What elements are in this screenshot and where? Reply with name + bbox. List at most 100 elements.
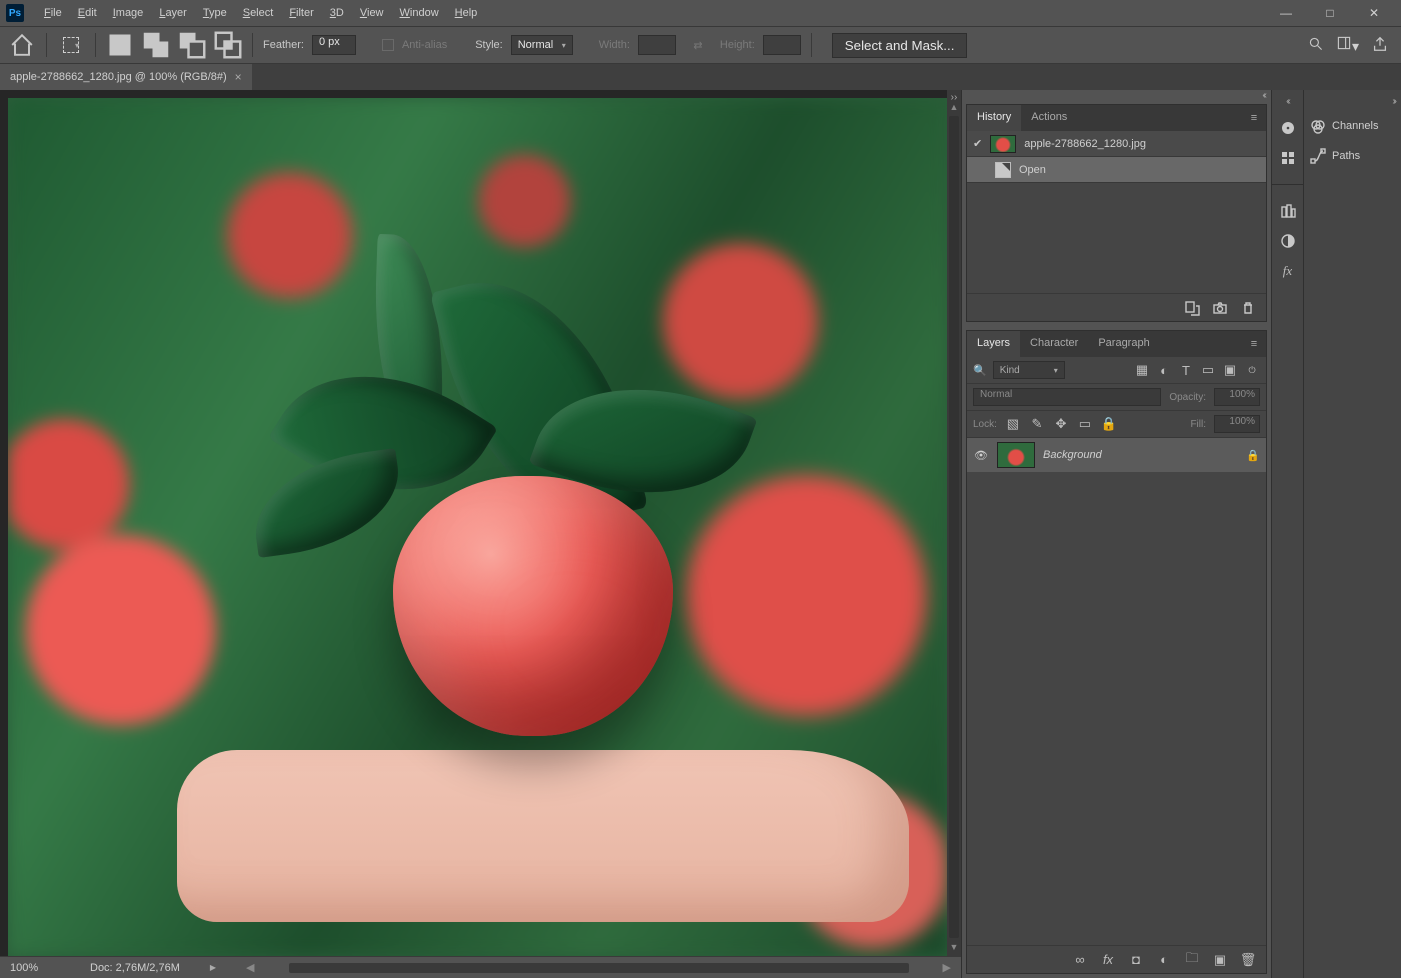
dock-wide-collapse-icon[interactable]: ››	[1310, 96, 1395, 106]
swatches-panel-icon[interactable]	[1280, 150, 1296, 166]
channels-panel-button[interactable]: Channels	[1310, 116, 1395, 136]
layer-filter-kind[interactable]: Kind▾	[993, 361, 1065, 379]
layer-group-icon[interactable]: 🗀	[1184, 952, 1200, 968]
width-label: Width:	[599, 39, 630, 51]
window-close-button[interactable]: ✕	[1359, 3, 1389, 23]
layer-name[interactable]: Background	[1043, 449, 1102, 461]
opacity-label: Opacity:	[1169, 392, 1206, 403]
window-minimize-button[interactable]: —	[1271, 3, 1301, 23]
tab-actions[interactable]: Actions	[1021, 105, 1077, 131]
lock-transparent-icon[interactable]: ▧	[1005, 416, 1021, 432]
history-snapshot-thumb	[990, 135, 1016, 153]
lock-label: Lock:	[973, 419, 997, 430]
menu-edit[interactable]: Edit	[70, 3, 105, 23]
libraries-panel-icon[interactable]	[1280, 203, 1296, 219]
width-input	[638, 35, 676, 55]
vertical-scrollbar[interactable]: ›› ▲ ▼	[947, 90, 961, 956]
status-bar: 100% Doc: 2,76M/2,76M ▶ ◀ ▶	[0, 956, 961, 978]
lock-artboard-icon[interactable]: ▭	[1077, 416, 1093, 432]
lock-position-icon[interactable]: ✥	[1053, 416, 1069, 432]
selection-add-icon[interactable]	[142, 31, 170, 59]
tab-layers[interactable]: Layers	[967, 331, 1020, 357]
menu-view[interactable]: View	[352, 3, 392, 23]
doc-size-info[interactable]: Doc: 2,76M/2,76M	[90, 962, 180, 974]
styles-panel-icon[interactable]: fx	[1280, 263, 1296, 279]
document-tab[interactable]: apple-2788662_1280.jpg @ 100% (RGB/8#) ×	[0, 64, 252, 90]
style-select[interactable]: Normal▾	[511, 35, 573, 55]
layers-panel-menu-icon[interactable]: ≡	[1242, 331, 1266, 357]
zoom-level[interactable]: 100%	[10, 962, 60, 974]
menu-filter[interactable]: Filter	[281, 3, 321, 23]
dock-collapse-icon[interactable]: ‹‹	[1286, 96, 1289, 106]
fill-label: Fill:	[1190, 419, 1206, 430]
panel-collapse-icon[interactable]: ››	[947, 94, 961, 102]
menu-layer[interactable]: Layer	[151, 3, 195, 23]
history-snapshot-label: apple-2788662_1280.jpg	[1024, 138, 1146, 150]
menu-window[interactable]: Window	[392, 3, 447, 23]
menu-image[interactable]: Image	[105, 3, 152, 23]
history-panel: History Actions ≡ ✔ apple-2788662_1280.j…	[966, 104, 1267, 322]
selection-intersect-icon[interactable]	[214, 31, 242, 59]
menu-help[interactable]: Help	[447, 3, 486, 23]
channels-label: Channels	[1332, 120, 1378, 132]
marquee-tool-icon[interactable]: ▾	[57, 31, 85, 59]
layer-mask-icon[interactable]: ◘	[1128, 952, 1144, 968]
menu-file[interactable]: File	[36, 3, 70, 23]
window-maximize-button[interactable]: □	[1315, 3, 1345, 23]
layer-style-icon[interactable]: fx	[1100, 952, 1116, 968]
layer-thumbnail[interactable]	[997, 442, 1035, 468]
layers-panel: Layers Character Paragraph ≡ 🔍 Kind▾ ▦ ◐…	[966, 330, 1267, 974]
layer-visibility-icon[interactable]: 👁	[973, 449, 989, 462]
filter-smart-icon[interactable]: ▣	[1222, 362, 1238, 378]
delete-state-icon[interactable]	[1240, 300, 1256, 316]
share-icon[interactable]	[1371, 35, 1389, 56]
create-document-from-state-icon[interactable]	[1184, 300, 1200, 316]
height-input	[763, 35, 801, 55]
paths-panel-button[interactable]: Paths	[1310, 146, 1395, 166]
new-layer-icon[interactable]: ▣	[1212, 952, 1228, 968]
filter-type-icon[interactable]: T	[1178, 362, 1194, 378]
delete-layer-icon[interactable]: 🗑	[1240, 952, 1256, 968]
lock-image-icon[interactable]: ✎	[1029, 416, 1045, 432]
feather-input[interactable]: 0 px	[312, 35, 356, 55]
selection-subtract-icon[interactable]	[178, 31, 206, 59]
tab-character[interactable]: Character	[1020, 331, 1088, 357]
link-layers-icon[interactable]: ∞	[1072, 952, 1088, 968]
history-snapshot-row[interactable]: ✔ apple-2788662_1280.jpg	[967, 131, 1266, 157]
document-tab-close-icon[interactable]: ×	[235, 70, 242, 84]
blend-mode-select: Normal	[973, 388, 1161, 406]
canvas[interactable]	[8, 98, 947, 956]
history-brush-icon: ✔	[973, 137, 982, 150]
filter-toggle-icon[interactable]: ⏻	[1244, 362, 1260, 378]
select-and-mask-button[interactable]: Select and Mask...	[832, 33, 968, 58]
feather-label: Feather:	[263, 39, 304, 51]
menu-3d[interactable]: 3D	[322, 3, 352, 23]
photoshop-logo-icon: Ps	[6, 4, 24, 22]
tab-history[interactable]: History	[967, 105, 1021, 131]
tab-paragraph[interactable]: Paragraph	[1088, 331, 1159, 357]
panel-collapse-left-icon[interactable]: ‹‹	[962, 90, 1271, 100]
document-tab-bar: apple-2788662_1280.jpg @ 100% (RGB/8#) ×	[0, 64, 1401, 90]
filter-adjust-icon[interactable]: ◐	[1156, 362, 1172, 378]
layer-row[interactable]: 👁 Background 🔒	[967, 438, 1266, 472]
home-button[interactable]	[8, 31, 36, 59]
layer-lock-icon[interactable]: 🔒	[1246, 449, 1260, 462]
filter-pixel-icon[interactable]: ▦	[1134, 362, 1150, 378]
height-label: Height:	[720, 39, 755, 51]
collapsed-dock-wide: ›› Channels Paths	[1303, 90, 1401, 978]
history-step-row[interactable]: Open	[967, 157, 1266, 183]
document-icon	[995, 162, 1011, 178]
filter-shape-icon[interactable]: ▭	[1200, 362, 1216, 378]
menu-select[interactable]: Select	[235, 3, 282, 23]
color-panel-icon[interactable]	[1280, 120, 1296, 136]
create-snapshot-icon[interactable]	[1212, 300, 1228, 316]
history-panel-menu-icon[interactable]: ≡	[1242, 105, 1266, 131]
workspace-switcher-icon[interactable]: ▾	[1336, 35, 1359, 55]
selection-new-icon[interactable]	[106, 31, 134, 59]
search-icon[interactable]	[1308, 36, 1324, 55]
lock-all-icon[interactable]: 🔒	[1101, 416, 1117, 432]
horizontal-scrollbar[interactable]	[289, 963, 909, 973]
menu-type[interactable]: Type	[195, 3, 235, 23]
adjustments-panel-icon[interactable]	[1280, 233, 1296, 249]
adjustment-layer-icon[interactable]: ◐	[1156, 952, 1172, 968]
